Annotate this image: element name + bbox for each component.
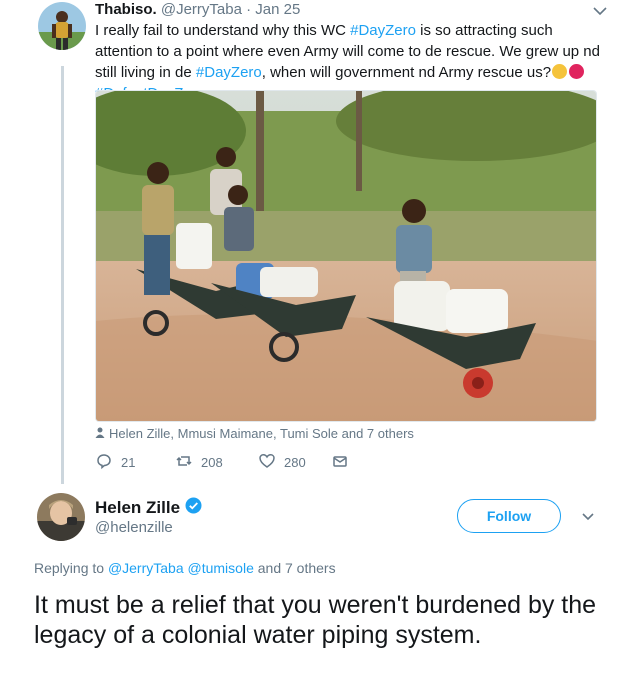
retweet-button[interactable]: 208: [175, 452, 223, 473]
hashtag-link[interactable]: #DayZero: [196, 64, 262, 81]
follow-button[interactable]: Follow: [457, 499, 561, 533]
tweet-text-part: I really fail to understand why this WC: [95, 22, 351, 39]
tweet-photo[interactable]: [95, 90, 597, 422]
tweet-text-part: , when will government nd Army rescue us…: [261, 64, 552, 81]
retweet-count: 208: [201, 455, 223, 470]
heart-icon: [258, 452, 276, 473]
retweet-icon: [175, 452, 193, 473]
author-name[interactable]: Helen Zille: [95, 498, 180, 518]
avatar[interactable]: [37, 493, 85, 541]
thread-line: [61, 66, 64, 484]
direct-message-button[interactable]: [331, 452, 349, 473]
author-name[interactable]: Thabiso.: [95, 1, 157, 18]
tweet-date[interactable]: Jan 25: [255, 1, 300, 18]
envelope-icon: [331, 452, 349, 473]
tagged-people[interactable]: Helen Zille, Mmusi Maimane, Tumi Sole an…: [95, 426, 414, 441]
avatar[interactable]: [38, 2, 86, 50]
hashtag-link[interactable]: #DayZero: [350, 22, 416, 39]
like-button[interactable]: 280: [258, 452, 306, 473]
reply-button[interactable]: 21: [95, 452, 135, 473]
tweet-text: It must be a relief that you weren't bur…: [34, 591, 597, 649]
reply-icon: [95, 452, 113, 473]
separator-dot: ·: [246, 1, 252, 18]
author-name-row: Helen Zille: [95, 497, 202, 519]
tweet-header: Thabiso. @JerryTaba · Jan 25: [95, 1, 300, 18]
like-count: 280: [284, 455, 306, 470]
tagged-people-text: Helen Zille, Mmusi Maimane, Tumi Sole an…: [109, 426, 414, 441]
person-icon: [95, 426, 105, 441]
chevron-down-icon[interactable]: [590, 4, 610, 18]
author-handle[interactable]: @helenzille: [95, 519, 173, 536]
reply-count: 21: [121, 455, 136, 470]
chevron-down-icon[interactable]: [580, 510, 596, 522]
replying-prefix: Replying to: [34, 560, 108, 576]
angry-face-emoji: [569, 64, 585, 79]
verified-badge-icon: [185, 497, 202, 519]
replying-suffix[interactable]: and 7 others: [254, 560, 336, 576]
author-handle[interactable]: @JerryTaba: [161, 1, 242, 18]
replying-to: Replying to @JerryTaba @tumisole and 7 o…: [34, 560, 336, 576]
replying-users-link[interactable]: @JerryTaba @tumisole: [108, 560, 254, 576]
weary-face-emoji: [552, 64, 568, 79]
